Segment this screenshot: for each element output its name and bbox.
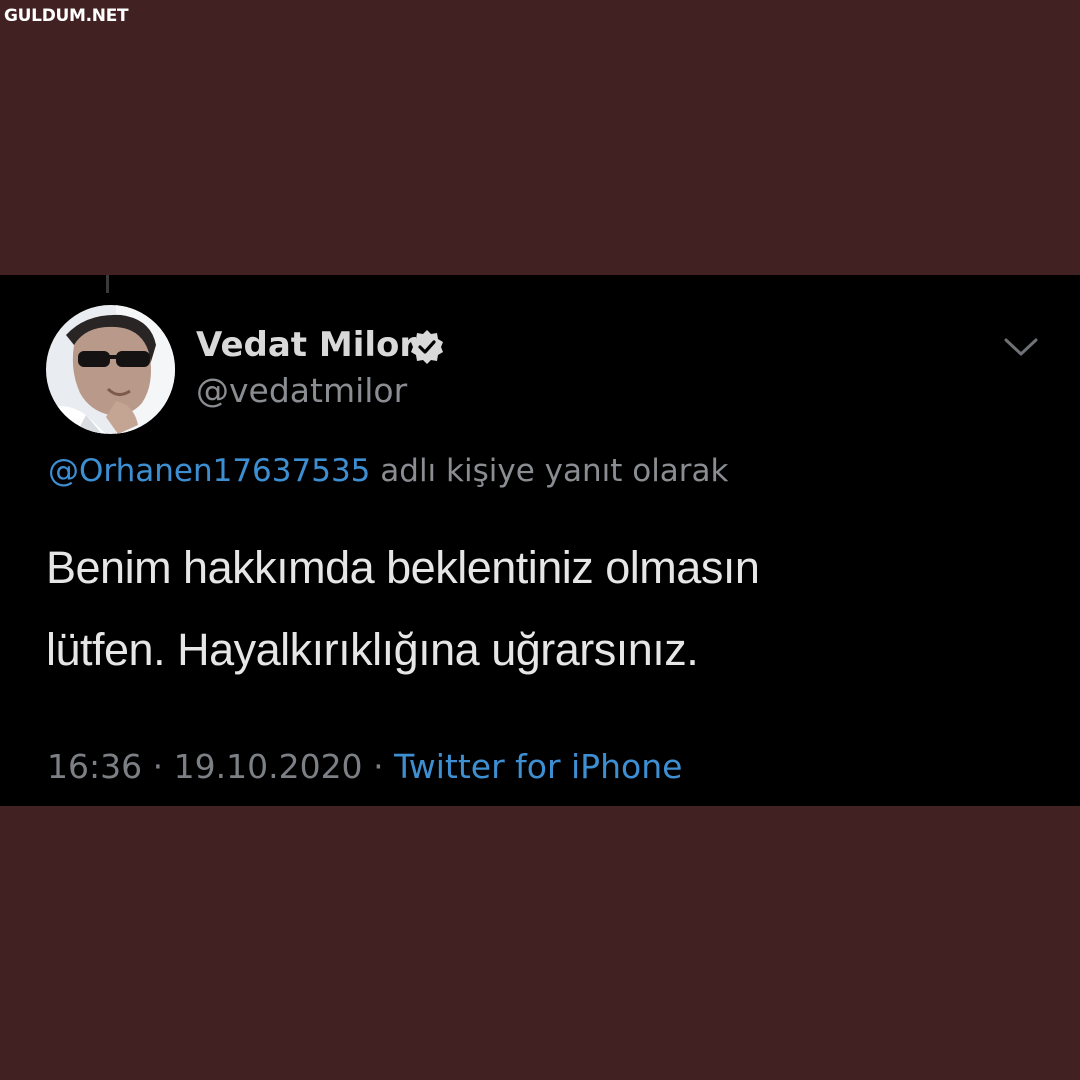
tweet-time[interactable]: 16:36 <box>47 747 142 786</box>
avatar-photo <box>46 305 175 434</box>
tweet-card: Vedat Milor @vedatmilor @Orhanen17637535… <box>0 275 1080 806</box>
tweet-date[interactable]: 19.10.2020 <box>174 747 363 786</box>
tweet-text: Benim hakkımda beklentiniz olmasın lütfe… <box>46 527 1006 691</box>
reply-mention-link[interactable]: @Orhanen17637535 <box>48 453 370 489</box>
meta-separator: · <box>152 747 164 786</box>
tweet-meta: 16:36 · 19.10.2020 · Twitter for iPhone <box>47 747 682 786</box>
tweet-source-link[interactable]: Twitter for iPhone <box>394 747 682 786</box>
reply-context: @Orhanen17637535 adlı kişiye yanıt olara… <box>48 453 729 489</box>
display-name[interactable]: Vedat Milor <box>196 325 416 365</box>
meta-separator: · <box>373 747 384 786</box>
reply-suffix: adlı kişiye yanıt olarak <box>380 453 729 489</box>
user-handle[interactable]: @vedatmilor <box>196 371 407 410</box>
site-watermark: GULDUM.NET <box>4 6 129 26</box>
avatar[interactable] <box>46 305 175 434</box>
verified-badge-icon <box>408 328 446 366</box>
thread-line <box>106 275 109 293</box>
tweet-text-line: lütfen. Hayalkırıklığına uğrarsınız. <box>46 624 699 675</box>
tweet-text-line: Benim hakkımda beklentiniz olmasın <box>46 542 760 593</box>
chevron-down-icon[interactable] <box>1002 335 1040 359</box>
